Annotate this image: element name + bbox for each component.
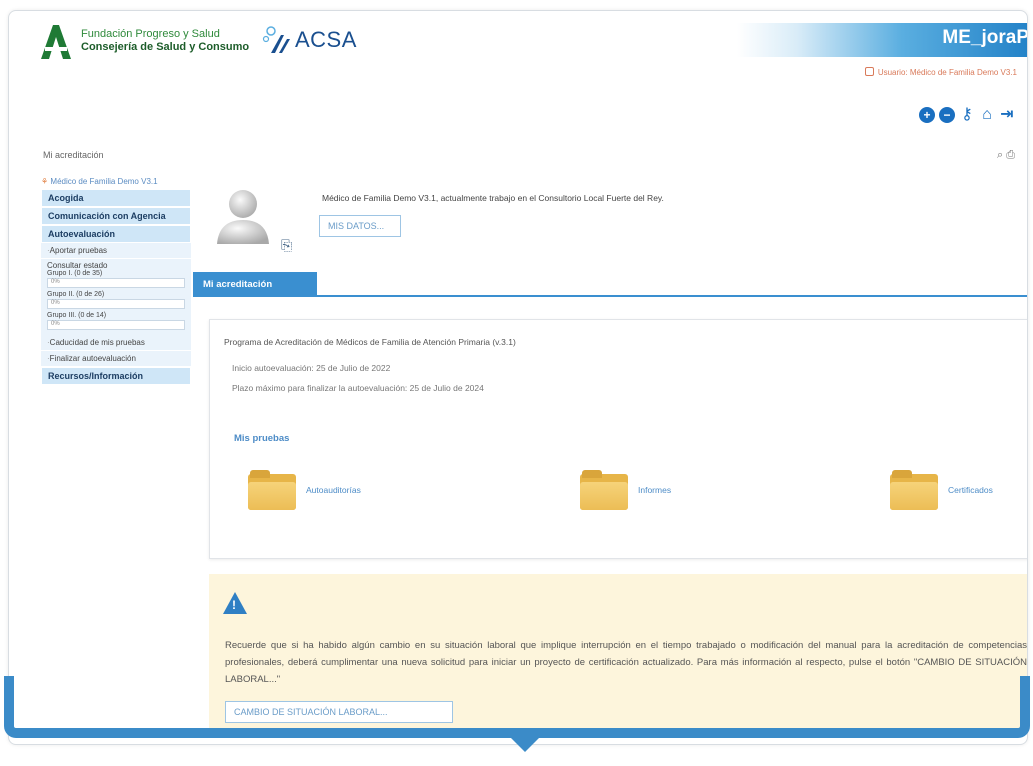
tab-mi-acreditacion[interactable]: Mi acreditación xyxy=(193,272,317,296)
group-3-progress: 0% xyxy=(47,320,185,330)
sidebar-item-caducidad[interactable]: Caducidad de mis pruebas xyxy=(41,335,191,351)
folder-label[interactable]: Certificados xyxy=(948,485,993,495)
labor-change-notice: ! Recuerde que si ha habido algún cambio… xyxy=(209,574,1027,734)
sidebar-user: ⚘ Médico de Familia Demo V3.1 xyxy=(41,175,191,189)
sidebar: ⚘ Médico de Familia Demo V3.1 Acogida Co… xyxy=(41,175,191,385)
decorative-bracket-tip xyxy=(507,734,543,752)
app-window: Fundación Progreso y Salud Consejería de… xyxy=(8,10,1028,745)
folder-icon xyxy=(580,470,628,510)
app-title: ME_joraP xyxy=(942,27,1028,48)
folder-informes[interactable]: Informes xyxy=(580,470,671,510)
zoom-icon[interactable]: ⌕ xyxy=(997,149,1003,161)
breadcrumb: Mi acreditación xyxy=(43,150,104,160)
sidebar-item-comunicacion[interactable]: Comunicación con Agencia xyxy=(41,207,191,225)
sidebar-item-autoevaluacion[interactable]: Autoevaluación xyxy=(41,225,191,243)
sidebar-item-aportar[interactable]: Aportar pruebas xyxy=(41,243,191,259)
sidebar-user-name: Médico de Familia Demo V3.1 xyxy=(50,177,158,186)
toolbar: + − ⚷ ⌂ ⇥ xyxy=(919,107,1015,123)
print-icon[interactable]: ⎙ xyxy=(1006,149,1015,161)
plus-icon[interactable]: + xyxy=(919,107,935,123)
minus-icon[interactable]: − xyxy=(939,107,955,123)
mis-pruebas-heading: Mis pruebas xyxy=(234,433,290,444)
group-2-label[interactable]: Grupo II. (0 de 26) xyxy=(47,291,185,298)
group-1-progress: 0% xyxy=(47,278,185,288)
program-title: Programa de Acreditación de Médicos de F… xyxy=(224,337,516,347)
acsa-text: ACSA xyxy=(295,27,357,52)
page-tools: ⌕ ⎙ xyxy=(997,149,1015,162)
logo-line-1: Fundación Progreso y Salud xyxy=(81,28,220,40)
folder-autoauditorias[interactable]: Autoauditorías xyxy=(248,470,361,510)
junta-logo: Fundación Progreso y Salud Consejería de… xyxy=(39,23,249,59)
folder-icon xyxy=(248,470,296,510)
notice-text: Recuerde que si ha habido algún cambio e… xyxy=(225,640,1027,685)
folder-label[interactable]: Autoauditorías xyxy=(306,485,361,495)
cambio-situacion-button[interactable]: CAMBIO DE SITUACIÓN LABORAL... xyxy=(225,701,453,723)
tab-underline xyxy=(193,295,1027,297)
start-date: Inicio autoevaluación: 25 de Julio de 20… xyxy=(232,363,391,373)
mis-datos-button[interactable]: MIS DATOS... xyxy=(319,215,401,237)
sidebar-item-recursos[interactable]: Recursos/Información xyxy=(41,367,191,385)
user-icon xyxy=(864,67,874,76)
warning-mark: ! xyxy=(232,598,236,612)
group-3-label[interactable]: Grupo III. (0 de 14) xyxy=(47,312,185,319)
logout-icon[interactable]: ⇥ xyxy=(999,107,1015,123)
accreditation-card: Programa de Acreditación de Médicos de F… xyxy=(209,319,1027,559)
group-1-label[interactable]: Grupo I. (0 de 35) xyxy=(47,270,185,277)
documents-icon[interactable]: ⎘ xyxy=(281,237,292,254)
home-icon[interactable]: ⌂ xyxy=(979,107,995,123)
sidebar-item-finalizar[interactable]: Finalizar autoevaluación xyxy=(41,351,191,367)
avatar xyxy=(217,190,269,244)
current-user: Usuario: Médico de Familia Demo V3.1 xyxy=(864,67,1017,77)
folder-certificados[interactable]: Certificados xyxy=(890,470,993,510)
sidebar-item-consultar[interactable]: Consultar estado xyxy=(47,261,185,270)
folder-icon xyxy=(890,470,938,510)
sidebar-consultar-group: Consultar estado Grupo I. (0 de 35) 0% G… xyxy=(41,259,191,335)
deadline-date: Plazo máximo para finalizar la autoevalu… xyxy=(232,383,484,393)
app-banner: ME_joraP xyxy=(737,23,1028,57)
current-user-label: Usuario: Médico de Familia Demo V3.1 xyxy=(877,68,1017,77)
logo-line-2: Consejería de Salud y Consumo xyxy=(81,41,250,53)
acsa-logo: ACSA xyxy=(261,25,357,55)
group-2-progress: 0% xyxy=(47,299,185,309)
andalucia-logo-icon xyxy=(41,25,71,59)
user-badge-icon: ⚘ xyxy=(41,177,51,186)
key-icon[interactable]: ⚷ xyxy=(959,107,975,123)
profile-description: Médico de Familia Demo V3.1, actualmente… xyxy=(322,193,664,203)
acsa-swirl-icon xyxy=(262,26,290,53)
sidebar-item-acogida[interactable]: Acogida xyxy=(41,189,191,207)
folder-label[interactable]: Informes xyxy=(638,485,671,495)
